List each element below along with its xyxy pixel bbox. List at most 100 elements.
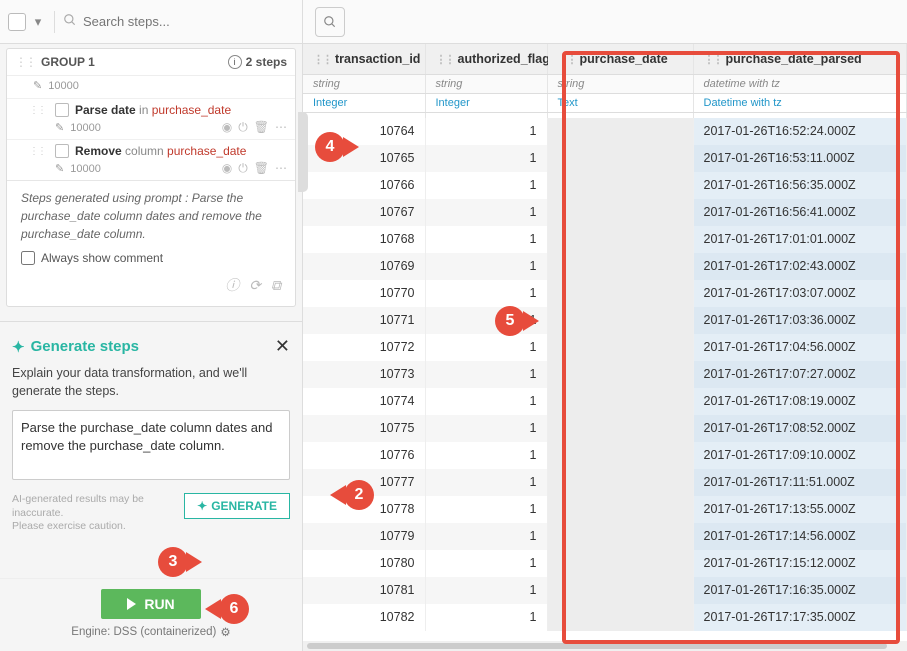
table-row[interactable]: 1076612017-01-26T16:56:35.000Z [303, 172, 907, 199]
cell-purchase-date-parsed: 2017-01-26T17:13:55.000Z [693, 496, 907, 523]
step-label: Remove column purchase_date [75, 144, 246, 158]
column-meaning[interactable]: Integer [425, 94, 547, 113]
table-row[interactable]: 1078212017-01-26T17:17:35.000Z [303, 604, 907, 631]
sparkle-icon: ✦ [12, 338, 25, 356]
panel-resize-handle[interactable] [298, 112, 308, 192]
column-header[interactable]: ⋮⋮transaction_id [303, 44, 425, 75]
eye-icon[interactable]: ◉ [222, 161, 232, 176]
cell-purchase-date-parsed: 2017-01-26T17:02:43.000Z [693, 253, 907, 280]
cell-purchase-date-parsed: 2017-01-26T17:15:12.000Z [693, 550, 907, 577]
search-input[interactable] [83, 14, 253, 29]
cell-authorized-flag: 1 [425, 334, 547, 361]
trash-icon[interactable]: 🗑 [254, 161, 269, 176]
table-row[interactable]: 1078012017-01-26T17:15:12.000Z [303, 550, 907, 577]
group-title: GROUP 1 [41, 55, 228, 69]
column-type: string [425, 75, 547, 94]
cell-purchase-date [547, 118, 693, 145]
close-icon[interactable]: ✕ [275, 336, 290, 357]
cell-authorized-flag: 1 [425, 253, 547, 280]
table-row[interactable]: 1077212017-01-26T17:04:56.000Z [303, 334, 907, 361]
play-icon [127, 598, 136, 610]
table-row[interactable]: 1077512017-01-26T17:08:52.000Z [303, 415, 907, 442]
table-row[interactable]: 1077912017-01-26T17:14:56.000Z [303, 523, 907, 550]
step-item[interactable]: ⋮⋮ Parse date in purchase_date ✎ 10000 ◉… [7, 98, 295, 139]
cell-transaction-id: 10766 [303, 172, 425, 199]
cell-transaction-id: 10777 [303, 469, 425, 496]
cell-purchase-date [547, 496, 693, 523]
table-row[interactable]: 1077112017-01-26T17:03:36.000Z [303, 307, 907, 334]
table-search-button[interactable] [315, 7, 345, 37]
eye-icon[interactable]: ◉ [222, 120, 232, 135]
table-row[interactable]: 1076812017-01-26T17:01:01.000Z [303, 226, 907, 253]
table-row[interactable]: 1077812017-01-26T17:13:55.000Z [303, 496, 907, 523]
generate-button[interactable]: ✦ GENERATE [184, 493, 290, 519]
cell-purchase-date-parsed: 2017-01-26T17:14:56.000Z [693, 523, 907, 550]
drag-handle-icon[interactable]: ⋮⋮ [29, 146, 45, 157]
column-meaning[interactable]: Text [547, 94, 693, 113]
more-icon[interactable]: ⋯ [275, 120, 287, 135]
cell-authorized-flag: 1 [425, 145, 547, 172]
cell-transaction-id: 10776 [303, 442, 425, 469]
cell-purchase-date [547, 604, 693, 631]
column-header[interactable]: ⋮⋮authorized_flag [425, 44, 547, 75]
cell-authorized-flag: 1 [425, 361, 547, 388]
gear-icon[interactable]: ⚙ [220, 625, 230, 639]
cell-authorized-flag: 1 [425, 172, 547, 199]
always-show-comment[interactable]: Always show comment [21, 249, 281, 267]
cell-transaction-id: 10772 [303, 334, 425, 361]
cell-transaction-id: 10768 [303, 226, 425, 253]
group-steps-count: i 2 steps [228, 55, 287, 69]
table-row[interactable]: 1076712017-01-26T16:56:41.000Z [303, 199, 907, 226]
info-icon[interactable]: ⓘ [225, 275, 239, 296]
table-row[interactable]: 1076512017-01-26T16:53:11.000Z [303, 145, 907, 172]
drag-handle-icon[interactable]: ⋮⋮ [29, 105, 45, 116]
drag-handle-icon[interactable]: ⋮⋮ [15, 55, 35, 69]
step-checkbox[interactable] [55, 144, 69, 158]
step-group[interactable]: ⋮⋮ GROUP 1 i 2 steps ✎ 10000 ⋮⋮ [6, 48, 296, 307]
step-checkbox[interactable] [55, 103, 69, 117]
ai-warning: AI-generated results may be inaccurate. … [12, 493, 184, 534]
column-meaning[interactable]: Integer [303, 94, 425, 113]
right-toolbar [303, 0, 907, 44]
info-icon[interactable]: i [228, 55, 242, 69]
more-icon[interactable]: ⋯ [275, 161, 287, 176]
power-icon[interactable]: ⏻ [238, 120, 248, 135]
step-item[interactable]: ⋮⋮ Remove column purchase_date ✎ 10000 ◉… [7, 139, 295, 180]
group-rowcount: 10000 [48, 80, 79, 92]
cell-purchase-date [547, 442, 693, 469]
select-all-checkbox[interactable] [8, 13, 26, 31]
run-button[interactable]: RUN [101, 589, 200, 619]
table-row[interactable]: 1076412017-01-26T16:52:24.000Z [303, 118, 907, 145]
cell-transaction-id: 10765 [303, 145, 425, 172]
column-header[interactable]: ⋮⋮purchase_date [547, 44, 693, 75]
table-row[interactable]: 1078112017-01-26T17:16:35.000Z [303, 577, 907, 604]
cell-purchase-date [547, 415, 693, 442]
select-dropdown[interactable]: ▾ [30, 13, 46, 31]
cell-transaction-id: 10782 [303, 604, 425, 631]
pencil-icon: ✎ [55, 162, 64, 175]
cell-authorized-flag: 1 [425, 415, 547, 442]
cell-purchase-date-parsed: 2017-01-26T17:11:51.000Z [693, 469, 907, 496]
power-icon[interactable]: ⏻ [238, 161, 248, 176]
cell-purchase-date [547, 469, 693, 496]
cell-purchase-date [547, 226, 693, 253]
cell-purchase-date [547, 577, 693, 604]
table-row[interactable]: 1077412017-01-26T17:08:19.000Z [303, 388, 907, 415]
column-meaning[interactable]: Datetime with tz [693, 94, 907, 113]
generate-textarea[interactable] [12, 410, 290, 480]
data-table[interactable]: ⋮⋮transaction_id ⋮⋮authorized_flag ⋮⋮pur… [303, 44, 907, 641]
trash-icon[interactable]: 🗑 [254, 120, 269, 135]
retry-icon[interactable]: ⟳ [249, 275, 261, 296]
cell-purchase-date [547, 334, 693, 361]
column-header[interactable]: ⋮⋮purchase_date_parsed [693, 44, 907, 75]
table-row[interactable]: 1077612017-01-26T17:09:10.000Z [303, 442, 907, 469]
table-row[interactable]: 1077312017-01-26T17:07:27.000Z [303, 361, 907, 388]
table-row[interactable]: 1076912017-01-26T17:02:43.000Z [303, 253, 907, 280]
table-row[interactable]: 1077712017-01-26T17:11:51.000Z [303, 469, 907, 496]
copy-icon[interactable]: ⧉ [271, 275, 281, 296]
cell-purchase-date [547, 523, 693, 550]
cell-transaction-id: 10767 [303, 199, 425, 226]
prompt-note: Steps generated using prompt : Parse the… [7, 180, 295, 306]
horizontal-scrollbar[interactable] [303, 641, 907, 651]
table-row[interactable]: 1077012017-01-26T17:03:07.000Z [303, 280, 907, 307]
